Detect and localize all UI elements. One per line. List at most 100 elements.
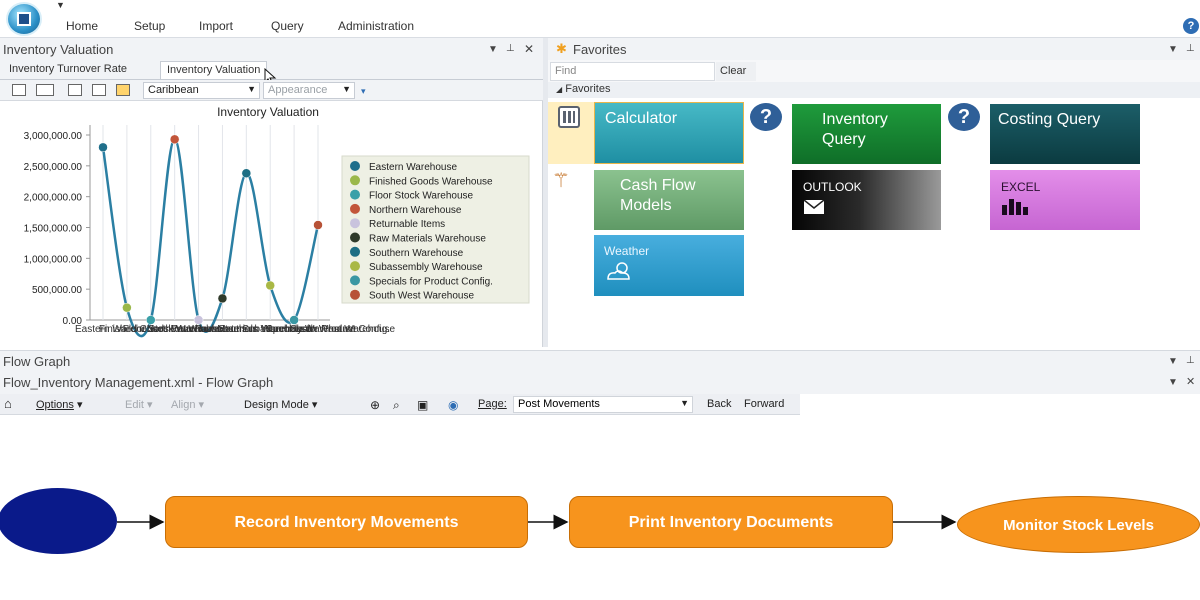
tab-inventory-turnover-rate[interactable]: Inventory Turnover Rate: [3, 61, 133, 79]
inventory-valuation-chart: Inventory Valuation 3,000,000.00 2,500,00…: [24, 105, 530, 338]
help-icon[interactable]: ?: [948, 103, 980, 131]
data-point: [265, 280, 275, 291]
mail-icon: [803, 199, 825, 214]
pane-menu-icon[interactable]: ▼: [1168, 356, 1178, 367]
legend-marker: [350, 232, 360, 243]
flow-pane-header: Flow Graph ▼ ⊥: [0, 350, 1200, 372]
legend-marker: [350, 203, 360, 214]
chevron-down-icon: ▼: [342, 84, 351, 94]
print-icon[interactable]: [92, 84, 106, 96]
zoom-fit-icon[interactable]: ⊕: [370, 398, 380, 412]
inventory-query-tile[interactable]: Inventory Query: [792, 104, 941, 164]
excel-tile-label: EXCEL: [1001, 180, 1041, 194]
save-icon[interactable]: ▣: [417, 398, 428, 412]
menu-home[interactable]: Home: [66, 19, 98, 33]
star-icon: ✱: [556, 41, 567, 56]
options-label: Options: [36, 399, 74, 411]
close-icon[interactable]: ✕: [1186, 375, 1195, 388]
legend-marker: [350, 246, 360, 257]
y-tick-label: 2,500,000.00: [24, 162, 83, 173]
preview-icon[interactable]: [68, 84, 82, 96]
costing-query-tile[interactable]: Costing Query: [990, 104, 1140, 164]
view-icon[interactable]: ◉: [448, 398, 458, 412]
monitor-stock-levels-node[interactable]: Monitor Stock Levels: [957, 496, 1200, 553]
print-inventory-documents-node[interactable]: Print Inventory Documents: [569, 496, 893, 548]
data-point: [98, 142, 108, 153]
edit-menu[interactable]: Edit ▾: [125, 398, 153, 411]
legend-marker: [350, 261, 360, 272]
weather-icon: [607, 262, 630, 280]
x-tick-label: South West Warehouse: [290, 324, 395, 335]
design-mode-menu[interactable]: Design Mode ▾: [244, 398, 317, 411]
flow-pane-title: Flow Graph: [3, 354, 71, 369]
pane-menu-icon[interactable]: ▼: [488, 44, 498, 55]
y-tick-label: 3,000,000.00: [24, 131, 83, 142]
magic-wand-icon[interactable]: ⚚: [552, 168, 570, 193]
weather-tile[interactable]: Weather: [594, 235, 744, 296]
y-tick-label: 1,000,000.00: [24, 254, 83, 265]
home-icon[interactable]: ⌂: [4, 396, 12, 411]
layout-dropdown-icon[interactable]: [36, 84, 54, 96]
align-menu[interactable]: Align ▾: [171, 398, 204, 411]
start-node[interactable]: [0, 488, 117, 554]
close-icon[interactable]: ✕: [524, 42, 534, 56]
data-point: [313, 220, 323, 230]
favorites-group-label: Favorites: [565, 83, 611, 95]
pin-icon[interactable]: ⊥: [506, 43, 515, 54]
page-label: Page:: [478, 398, 507, 410]
design-mode-label: Design Mode: [244, 399, 309, 411]
quick-access-dropdown-icon[interactable]: ▼: [56, 0, 66, 10]
y-tick-label: 1,500,000.00: [24, 224, 83, 235]
clear-button[interactable]: Clear: [716, 62, 756, 81]
appearance-select[interactable]: Appearance ▼: [263, 82, 355, 99]
excel-tile[interactable]: EXCEL: [990, 170, 1140, 230]
favorites-group-header[interactable]: ◢ Favorites: [548, 82, 1200, 98]
pane-menu-icon[interactable]: ▼: [1168, 44, 1178, 55]
legend-marker: [350, 189, 360, 200]
y-tick-label: 2,000,000.00: [24, 193, 83, 204]
data-point: [169, 134, 180, 145]
legend-marker: [350, 218, 360, 229]
new-page-icon[interactable]: [12, 84, 26, 96]
chart-area: Inventory Valuation 3,000,000.00 2,500,00…: [0, 101, 543, 347]
menu-query[interactable]: Query: [271, 19, 304, 33]
data-point: [241, 168, 252, 178]
back-button[interactable]: Back: [707, 398, 731, 410]
legend-marker: [350, 289, 360, 300]
legend-marker: [350, 161, 360, 171]
menu-administration[interactable]: Administration: [338, 19, 414, 33]
options-menu[interactable]: Options ▾: [36, 398, 83, 411]
data-point: [217, 293, 228, 304]
outlook-tile[interactable]: OUTLOOK: [792, 170, 941, 230]
flow-document-header: Flow_Inventory Management.xml - Flow Gra…: [0, 372, 1200, 394]
menu-import[interactable]: Import: [199, 19, 233, 33]
pane-menu-icon[interactable]: ▼: [1168, 377, 1178, 388]
help-icon[interactable]: ?: [750, 103, 782, 131]
cash-flow-models-tile[interactable]: Cash Flow Models: [594, 170, 744, 230]
zoom-icon[interactable]: ⌕: [393, 398, 400, 413]
pin-icon[interactable]: ⊥: [1186, 355, 1195, 366]
calculator-tile[interactable]: Calculator: [594, 102, 744, 164]
menu-setup[interactable]: Setup: [134, 19, 165, 33]
overflow-icon[interactable]: ▾: [361, 86, 366, 97]
record-inventory-movements-node[interactable]: Record Inventory Movements: [165, 496, 528, 548]
chart-export-icon[interactable]: [116, 84, 130, 96]
page-select[interactable]: Post Movements ▼: [513, 396, 693, 413]
theme-select-value: Caribbean: [148, 84, 199, 96]
favorites-pane-header: [548, 38, 1200, 60]
theme-select[interactable]: Caribbean ▼: [143, 82, 260, 99]
chart-title: Inventory Valuation: [217, 105, 319, 119]
calculator-icon[interactable]: [558, 106, 580, 128]
forward-button[interactable]: Forward: [744, 398, 784, 410]
help-icon[interactable]: ?: [1183, 18, 1199, 34]
tab-inventory-valuation[interactable]: Inventory Valuation: [160, 61, 268, 79]
series-line: [101, 138, 320, 338]
legend-label: Specials for Product Config.: [369, 276, 493, 287]
favorites-search-input[interactable]: Find: [550, 62, 715, 81]
app-logo-icon[interactable]: [6, 2, 42, 36]
pin-icon[interactable]: ⊥: [1186, 43, 1195, 54]
legend-label: South West Warehouse: [369, 291, 474, 302]
legend-marker: [350, 175, 360, 186]
page-select-value: Post Movements: [518, 398, 600, 410]
edit-label: Edit: [125, 399, 144, 411]
